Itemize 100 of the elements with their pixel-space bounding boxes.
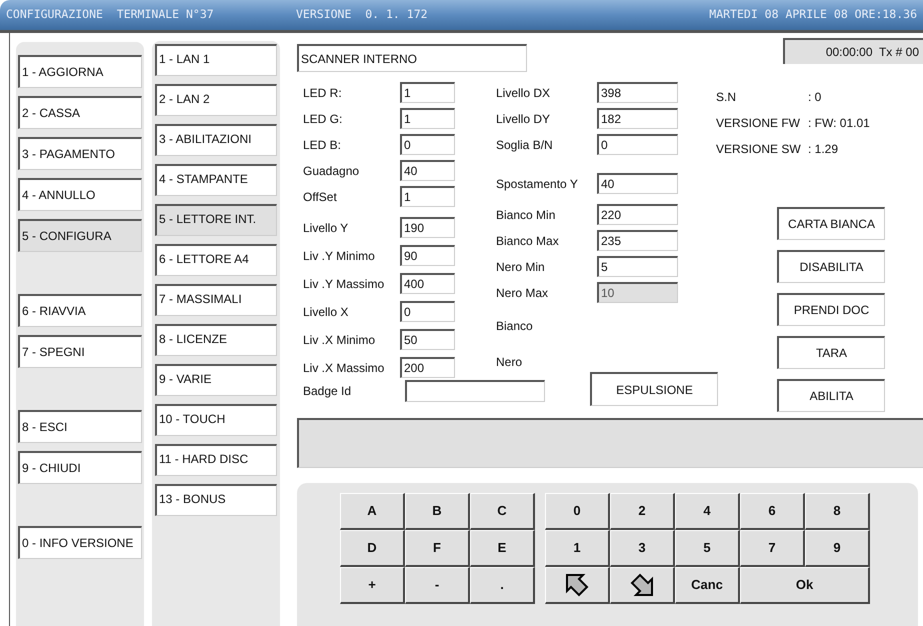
key-button[interactable]: 5 [675, 530, 740, 567]
info-label: VERSIONE FW [716, 115, 802, 132]
key-button[interactable]: . [470, 567, 535, 604]
device-name-field[interactable]: SCANNER INTERNO [297, 44, 527, 72]
menu-button[interactable]: 3 - PAGAMENTO [18, 137, 142, 170]
action-button[interactable]: TARA [777, 336, 885, 369]
input-field[interactable]: 40 [597, 173, 678, 194]
menu-button[interactable]: 2 - LAN 2 [155, 84, 277, 116]
input-field[interactable]: 398 [597, 82, 678, 103]
menu-button[interactable]: 9 - CHIUDI [18, 451, 142, 484]
input-field[interactable]: 40 [400, 160, 455, 181]
menu-button[interactable]: 3 - ABILITAZIONI [155, 124, 277, 156]
eject-button[interactable]: ESPULSIONE [590, 372, 718, 406]
input-field[interactable]: 0 [597, 134, 678, 155]
key-button[interactable]: E [470, 530, 535, 567]
key-button[interactable]: + [340, 567, 405, 604]
badge-id-label: Badge Id [303, 383, 352, 400]
status-box: 00:00:00 Tx # 00 [783, 38, 923, 64]
menu-button[interactable]: 6 - LETTORE A4 [155, 244, 277, 276]
field-label: Livello Y [303, 220, 350, 236]
menu-button[interactable]: 7 - MASSIMALI [155, 284, 277, 316]
key-button[interactable] [545, 567, 610, 604]
menu-button[interactable]: 6 - RIAVVIA [18, 294, 142, 327]
menu-button[interactable]: 8 - LICENZE [155, 324, 277, 356]
key-button[interactable]: 8 [805, 493, 870, 530]
field-label: Liv .Y Minimo [303, 248, 376, 264]
key-button[interactable]: 2 [610, 493, 675, 530]
action-button[interactable]: ABILITA [777, 379, 885, 412]
date-time-text: MARTEDI 08 APRILE 08 ORE:18.36 [709, 6, 917, 24]
input-field[interactable]: 5 [597, 256, 678, 277]
field-label: Soglia B/N [496, 136, 554, 154]
menu-button[interactable]: 4 - STAMPANTE [155, 164, 277, 196]
field-label: Livello DY [496, 110, 552, 128]
action-button[interactable]: DISABILITA [777, 250, 885, 283]
key-button[interactable]: 6 [740, 493, 805, 530]
key-button[interactable]: Ok [740, 567, 870, 604]
menu-button[interactable]: 5 - LETTORE INT. [155, 204, 277, 236]
menu-button[interactable]: 2 - CASSA [18, 96, 142, 129]
key-button[interactable]: 0 [545, 493, 610, 530]
menu-button[interactable]: 4 - ANNULLO [18, 178, 142, 211]
info-value: : 1.29 [808, 141, 838, 158]
input-field[interactable]: 90 [400, 245, 455, 266]
key-button[interactable]: 4 [675, 493, 740, 530]
key-button[interactable]: F [405, 530, 470, 567]
key-button[interactable]: 3 [610, 530, 675, 567]
field-label: Liv .X Massimo [303, 360, 386, 376]
key-button[interactable]: Canc [675, 567, 740, 604]
input-field[interactable]: 0 [400, 301, 455, 322]
key-button[interactable] [610, 567, 675, 604]
field-label: Liv .Y Massimo [303, 276, 386, 292]
key-button[interactable]: C [470, 493, 535, 530]
arrow-icon [629, 572, 655, 598]
action-button[interactable]: CARTA BIANCA [777, 207, 885, 240]
key-button[interactable]: A [340, 493, 405, 530]
field-label: Bianco [496, 318, 533, 335]
field-label: LED R: [303, 84, 343, 102]
input-field[interactable]: 1 [400, 186, 455, 207]
input-field[interactable]: 200 [400, 357, 455, 378]
key-button[interactable]: - [405, 567, 470, 604]
input-field[interactable]: 400 [400, 273, 455, 294]
input-field[interactable]: 50 [400, 329, 455, 350]
info-label: VERSIONE SW [716, 141, 802, 158]
menu-button[interactable]: 13 - BONUS [155, 484, 277, 516]
menu-button[interactable]: 9 - VARIE [155, 364, 277, 396]
field-label: Livello X [303, 304, 350, 320]
action-button[interactable]: PRENDI DOC [777, 293, 885, 326]
key-button[interactable]: 9 [805, 530, 870, 567]
menu-button[interactable]: 5 - CONFIGURA [18, 219, 142, 252]
input-field[interactable]: 235 [597, 230, 678, 251]
menu-button[interactable]: 10 - TOUCH [155, 404, 277, 436]
field-label: Nero [496, 354, 522, 371]
menu-button[interactable]: 7 - SPEGNI [18, 335, 142, 368]
menu-button[interactable]: 1 - AGGIORNA [18, 55, 142, 88]
input-field[interactable]: 220 [597, 204, 678, 225]
key-button[interactable]: D [340, 530, 405, 567]
field-label: Nero Max [496, 284, 550, 302]
field-label: Guadagno [303, 162, 360, 180]
input-field[interactable]: 1 [400, 108, 455, 129]
menu-button[interactable]: 0 - INFO VERSIONE [18, 526, 142, 559]
field-label: Nero Min [496, 258, 546, 276]
key-button[interactable]: 1 [545, 530, 610, 567]
field-label: Livello DX [496, 84, 552, 102]
menu-button[interactable]: 8 - ESCI [18, 410, 142, 443]
key-button[interactable]: 7 [740, 530, 805, 567]
input-field[interactable]: 190 [400, 217, 455, 238]
field-label: OffSet [303, 188, 338, 206]
menu-button[interactable]: 1 - LAN 1 [155, 44, 277, 76]
field-label: Spostamento Y [496, 176, 579, 192]
input-field[interactable]: 182 [597, 108, 678, 129]
field-label: Liv .X Minimo [303, 332, 376, 348]
input-field[interactable]: 1 [400, 82, 455, 103]
key-button[interactable]: B [405, 493, 470, 530]
field-label: LED B: [303, 136, 342, 154]
info-value: : FW: 01.01 [808, 115, 870, 132]
input-field[interactable]: 0 [400, 134, 455, 155]
menu-button[interactable]: 11 - HARD DISC [155, 444, 277, 476]
window-title: CONFIGURAZIONE TERMINALE N°37 [6, 6, 215, 24]
arrow-icon [564, 572, 590, 598]
badge-id-field[interactable] [405, 380, 545, 402]
field-label: Bianco Min [496, 206, 556, 224]
